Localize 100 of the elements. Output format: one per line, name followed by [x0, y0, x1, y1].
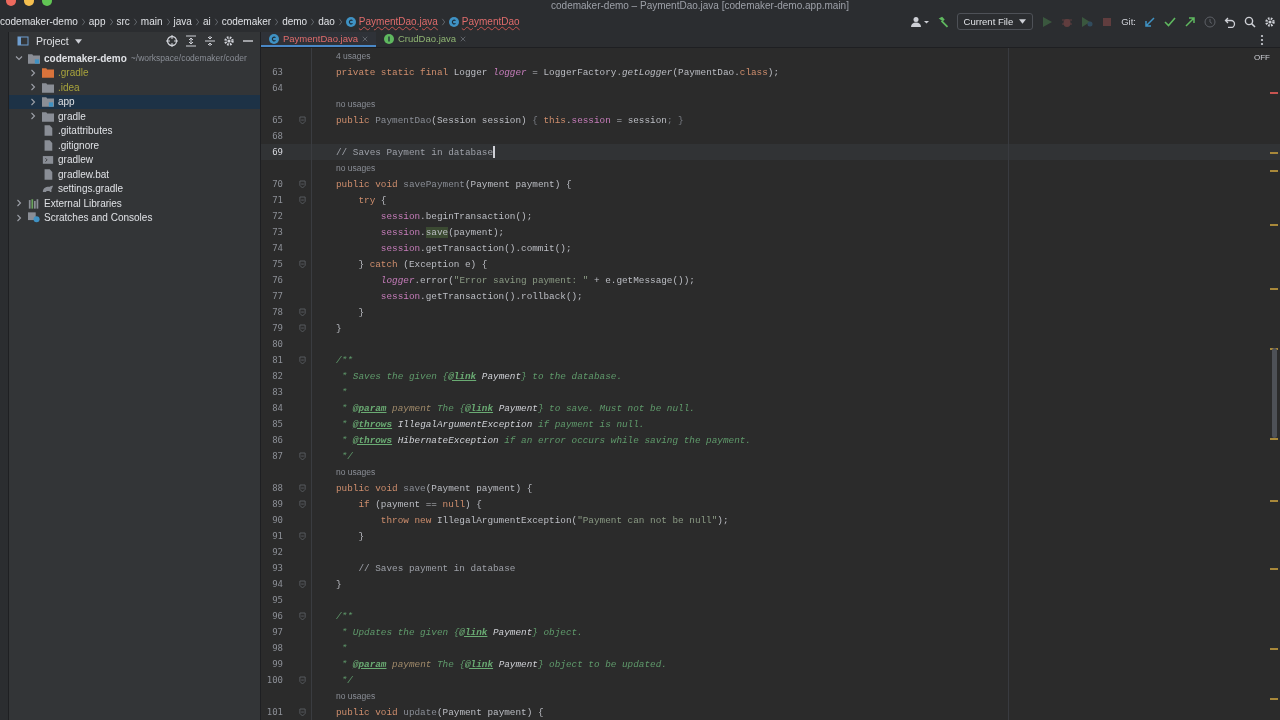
chevron-right-icon[interactable] [29, 68, 37, 77]
code-line: * Updates the given {@link Payment} object. [340, 626, 583, 638]
hammer-icon[interactable] [936, 15, 949, 28]
breadcrumb-item[interactable]: codemaker-demo [0, 16, 78, 27]
code-line: /** [336, 354, 353, 366]
fold-icon[interactable] [298, 115, 306, 125]
tree-row[interactable]: gradlew.bat [9, 167, 260, 182]
error-stripe-mark[interactable] [1270, 224, 1278, 226]
code-line: * [340, 386, 348, 398]
chevron-right-icon[interactable] [15, 199, 23, 208]
history-icon[interactable] [1204, 15, 1216, 28]
tree-row[interactable]: .gradle [9, 65, 260, 80]
breadcrumb-item[interactable]: app [88, 16, 106, 27]
search-icon[interactable] [1244, 15, 1256, 28]
usage-hint[interactable]: no usages [336, 467, 376, 477]
error-stripe-mark[interactable] [1270, 288, 1278, 290]
chevron-right-icon[interactable] [15, 213, 23, 222]
project-view-dropdown[interactable]: Project [36, 35, 82, 47]
tree-row[interactable]: gradlew [9, 152, 260, 167]
fold-icon[interactable] [298, 323, 306, 333]
fold-icon[interactable] [298, 675, 306, 685]
breadcrumb-item[interactable]: src [116, 16, 130, 27]
expand-all-icon[interactable] [185, 35, 197, 47]
chevron-right-icon[interactable] [29, 97, 37, 106]
line-number: 81 [271, 355, 283, 365]
tree-item-label: .idea [58, 81, 80, 93]
breadcrumb-item[interactable]: demo [282, 16, 308, 27]
error-stripe-mark[interactable] [1270, 500, 1278, 502]
tree-row[interactable]: External Libraries [9, 196, 260, 211]
line-number: 73 [271, 227, 283, 237]
chevron-right-icon[interactable] [29, 112, 37, 121]
interface-icon [384, 33, 394, 44]
fold-icon[interactable] [298, 451, 306, 461]
file-icon [42, 168, 54, 180]
close-icon[interactable] [362, 35, 368, 42]
editor-tab[interactable]: PaymentDao.java [261, 32, 376, 47]
fold-icon[interactable] [298, 483, 306, 493]
usage-hint[interactable]: no usages [336, 99, 376, 109]
error-stripe-mark[interactable] [1270, 648, 1278, 650]
breadcrumb-item[interactable]: ai [202, 16, 211, 27]
tree-row[interactable]: Scratches and Consoles [9, 210, 260, 225]
fold-icon[interactable] [298, 499, 306, 509]
breadcrumb-item[interactable]: java [173, 16, 192, 27]
line-number: 87 [271, 451, 283, 461]
fold-icon[interactable] [298, 611, 306, 621]
line-number: 82 [271, 371, 283, 381]
usage-hint[interactable]: no usages [336, 691, 376, 701]
error-stripe-mark[interactable] [1270, 698, 1278, 700]
line-number: 97 [271, 627, 283, 637]
settings-icon[interactable] [1264, 15, 1276, 28]
fold-icon[interactable] [298, 355, 306, 365]
usage-hint[interactable]: 4 usages [336, 51, 371, 61]
fold-icon[interactable] [298, 307, 306, 317]
fold-icon[interactable] [298, 195, 306, 205]
usage-hint[interactable]: no usages [336, 163, 376, 173]
fold-icon[interactable] [298, 259, 306, 269]
user-icon[interactable] [910, 15, 929, 28]
tree-row[interactable]: .gitattributes [9, 123, 260, 138]
error-stripe-mark[interactable] [1270, 438, 1278, 440]
breadcrumb-item[interactable]: PaymentDao.java [345, 16, 438, 27]
error-stripe-mark[interactable] [1270, 568, 1278, 570]
chevron-right-icon [440, 17, 446, 26]
update-icon[interactable] [1144, 15, 1156, 28]
code-line: session.getTransaction().rollback(); [379, 290, 583, 302]
tree-row[interactable]: .gitignore [9, 138, 260, 153]
tree-row[interactable]: app [9, 94, 260, 109]
tree-row[interactable]: .idea [9, 80, 260, 95]
more-icon[interactable] [1260, 34, 1264, 46]
commit-icon[interactable] [1164, 15, 1176, 28]
tree-row[interactable]: settings.gradle [9, 181, 260, 196]
close-icon[interactable] [460, 35, 467, 42]
breadcrumb-item[interactable]: main [140, 16, 163, 27]
breadcrumb-item[interactable]: PaymentDao [448, 16, 520, 27]
locate-icon[interactable] [166, 35, 178, 47]
tree-row[interactable]: gradle [9, 109, 260, 124]
fold-icon[interactable] [298, 579, 306, 589]
panel-icon [17, 35, 29, 47]
push-icon[interactable] [1184, 15, 1196, 28]
chevron-down-icon[interactable] [15, 54, 23, 63]
error-stripe-mark[interactable] [1270, 92, 1278, 94]
undo-icon[interactable] [1224, 15, 1236, 28]
breadcrumb-item[interactable]: dao [318, 16, 335, 27]
fold-icon[interactable] [298, 179, 306, 189]
editor-tab[interactable]: CrudDao.java [376, 32, 475, 47]
tree-row[interactable]: codemaker-demo ~/workspace/codemaker/coder [9, 51, 260, 66]
code-line: session.beginTransaction(); [379, 210, 533, 222]
code-line: } catch (Exception e) { [357, 258, 488, 270]
error-stripe-mark[interactable] [1270, 152, 1278, 154]
inspection-status[interactable]: OFF [1254, 53, 1270, 62]
chevron-right-icon[interactable] [29, 83, 37, 92]
collapse-all-icon[interactable] [204, 35, 216, 47]
scrollbar-thumb[interactable] [1272, 348, 1277, 438]
run-config-dropdown[interactable]: Current File [956, 13, 1034, 30]
fold-icon[interactable] [298, 531, 306, 541]
fold-icon[interactable] [298, 707, 306, 717]
chevron-right-icon [194, 17, 200, 26]
settings-icon[interactable] [223, 35, 235, 47]
breadcrumb-item[interactable]: codemaker [221, 16, 272, 27]
error-stripe-mark[interactable] [1270, 170, 1278, 172]
code-line: * @throws IllegalArgumentException if payment is null. [340, 418, 645, 430]
